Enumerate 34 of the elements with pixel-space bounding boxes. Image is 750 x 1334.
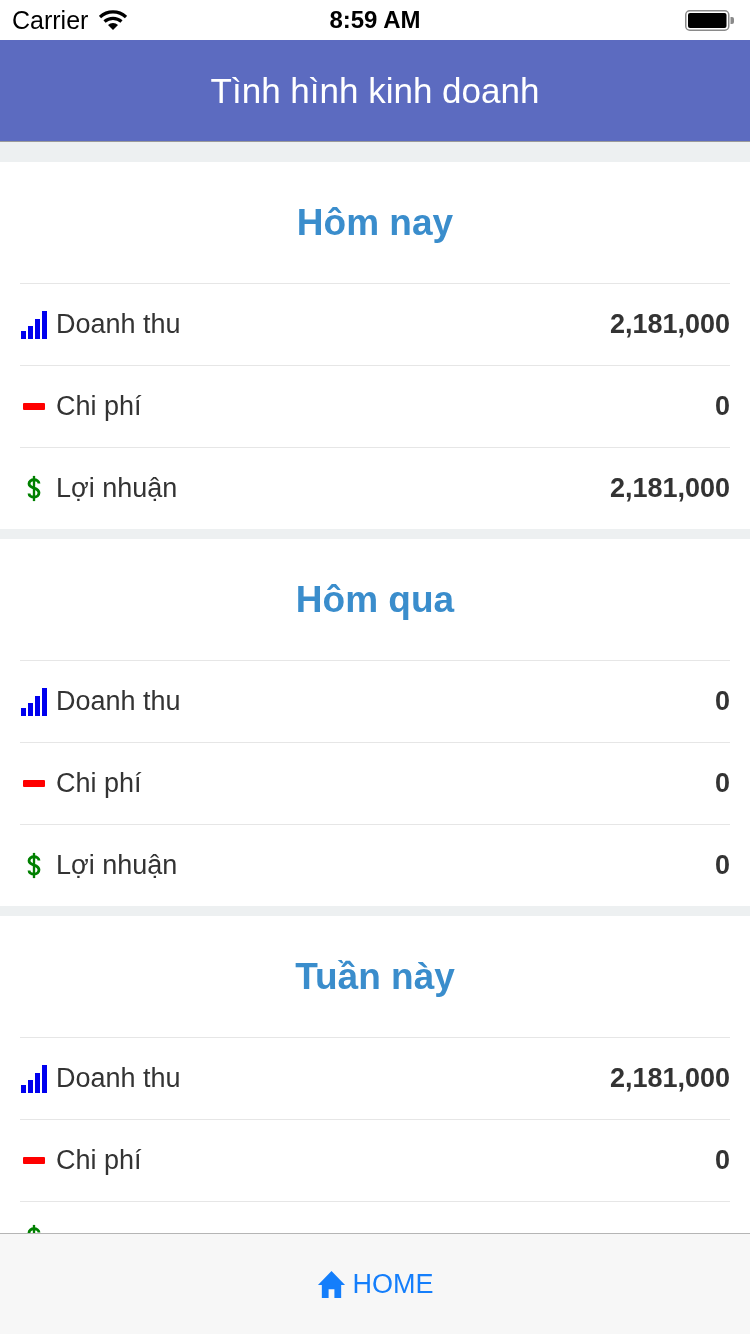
amount-value: 2,181,000: [609, 1063, 730, 1094]
amount-value: 2,181,000: [609, 473, 730, 504]
dollar-icon: [25, 475, 43, 502]
row-label: Lợi nhuận: [56, 473, 179, 504]
row-label: Chi phí: [56, 768, 143, 799]
minus-icon: [23, 1157, 45, 1164]
row-label: Chi phí: [56, 1145, 143, 1176]
section-title: Hôm nay: [296, 201, 454, 244]
home-icon: [316, 1269, 346, 1299]
row-label: Doanh thu: [56, 1063, 182, 1094]
header-title: Tình hình kinh doanh: [210, 70, 540, 111]
signal-bars-icon: [21, 310, 47, 339]
amount-value: 2,181,000: [609, 309, 730, 340]
signal-bars-icon: [21, 687, 47, 716]
carrier-name: Carrier: [12, 5, 89, 35]
section-title: Hôm qua: [295, 578, 455, 621]
wifi-icon: [99, 10, 128, 30]
dollar-icon: [25, 852, 43, 879]
amount-value: 0: [714, 391, 730, 422]
battery-icon: [685, 9, 734, 31]
row-label: Chi phí: [56, 391, 143, 422]
row-label: Lợi nhuận: [56, 850, 179, 881]
amount-value: 0: [714, 1145, 730, 1176]
minus-icon: [23, 403, 45, 410]
home-tab[interactable]: HOME: [316, 1268, 434, 1300]
section-title: Tuần này: [295, 955, 455, 998]
minus-icon: [23, 780, 45, 787]
amount-value: 0: [714, 768, 730, 799]
row-label: Doanh thu: [56, 686, 182, 717]
row-label: Doanh thu: [56, 309, 182, 340]
amount-value: 0: [714, 850, 730, 881]
amount-value: 0: [714, 686, 730, 717]
signal-bars-icon: [21, 1064, 47, 1093]
status-time: 8:59 AM: [329, 6, 421, 34]
